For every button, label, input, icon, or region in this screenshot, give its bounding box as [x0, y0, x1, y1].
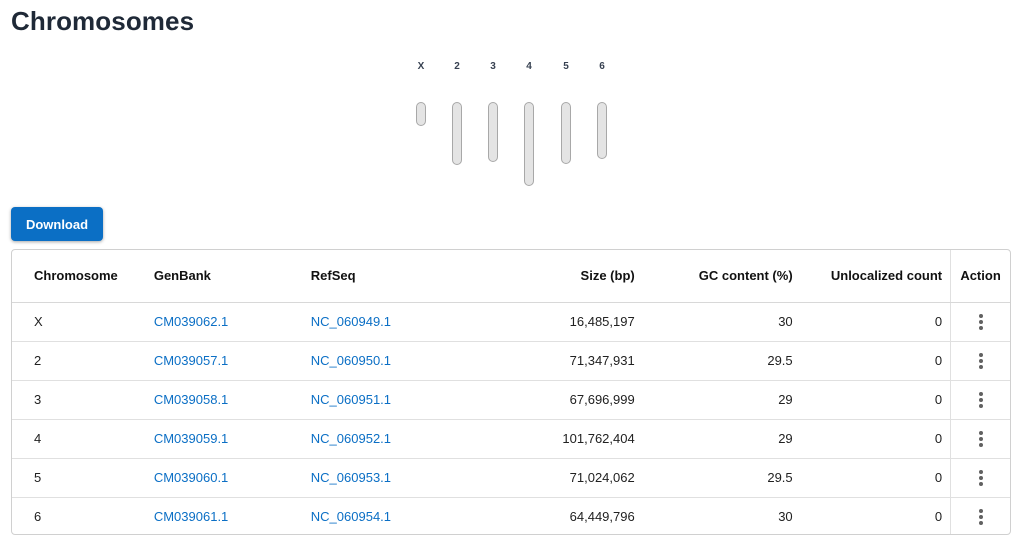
chromosome-bar[interactable]	[524, 102, 534, 186]
cell-chromosome: 2	[12, 341, 154, 381]
cell-unlocalized-count: 0	[792, 302, 951, 342]
genbank-link[interactable]: CM039059.1	[154, 431, 228, 446]
more-vertical-icon[interactable]	[973, 468, 989, 488]
ideogram-chromosome-3[interactable]: 3	[481, 60, 505, 162]
cell-chromosome: 5	[12, 458, 154, 498]
cell-size: 16,485,197	[466, 302, 635, 342]
chromosome-bar[interactable]	[488, 102, 498, 162]
refseq-link[interactable]: NC_060952.1	[311, 431, 391, 446]
cell-chromosome: 4	[12, 419, 154, 459]
table-row: 4 CM039059.1 NC_060952.1 101,762,404 29 …	[12, 419, 1010, 459]
cell-gc-content: 30	[634, 302, 793, 342]
ideogram-label: 4	[526, 61, 532, 72]
cell-size: 71,024,062	[466, 458, 635, 498]
genbank-link[interactable]: CM039058.1	[154, 392, 228, 407]
chromosomes-table: Chromosome GenBank RefSeq Size (bp) GC c…	[11, 249, 1011, 535]
table-row: 2 CM039057.1 NC_060950.1 71,347,931 29.5…	[12, 341, 1010, 381]
ideogram-label: 5	[563, 61, 569, 72]
column-header-genbank[interactable]: GenBank	[153, 250, 311, 303]
table-row: 3 CM039058.1 NC_060951.1 67,696,999 29 0	[12, 380, 1010, 420]
ideogram-chromosome-6[interactable]: 6	[590, 60, 614, 159]
ideogram-label: 2	[454, 61, 460, 72]
cell-gc-content: 30	[778, 509, 793, 525]
ideogram-chromosome-4[interactable]: 4	[517, 60, 541, 186]
more-vertical-icon[interactable]	[973, 390, 989, 410]
cell-size: 64,449,796	[569, 509, 635, 525]
table-header-row: Chromosome GenBank RefSeq Size (bp) GC c…	[12, 250, 1010, 303]
column-header-gc-content[interactable]: GC content (%)	[634, 250, 793, 303]
cell-unlocalized-count: 0	[792, 419, 951, 459]
cell-size: 67,696,999	[466, 380, 635, 420]
cell-gc-content: 29.5	[634, 458, 793, 498]
more-vertical-icon[interactable]	[973, 351, 989, 371]
cell-chromosome: 3	[12, 380, 154, 420]
ideogram-label: 3	[490, 61, 496, 72]
chromosome-bar[interactable]	[597, 102, 607, 159]
refseq-link[interactable]: NC_060951.1	[311, 392, 391, 407]
column-header-action: Action	[950, 250, 1010, 303]
genbank-link[interactable]: CM039062.1	[154, 314, 228, 329]
genbank-link[interactable]: CM039057.1	[154, 353, 228, 368]
cell-size: 101,762,404	[466, 419, 635, 459]
more-vertical-icon[interactable]	[973, 429, 989, 449]
refseq-link[interactable]: NC_060954.1	[311, 509, 391, 524]
column-header-chromosome[interactable]: Chromosome	[12, 250, 154, 303]
cell-gc-content: 29.5	[634, 341, 793, 381]
genbank-link[interactable]: CM039061.1	[154, 509, 228, 524]
column-header-refseq[interactable]: RefSeq	[310, 250, 467, 303]
cell-chromosome: 6	[34, 509, 42, 525]
more-vertical-icon[interactable]	[973, 507, 989, 527]
cell-chromosome: X	[12, 302, 154, 342]
column-header-size[interactable]: Size (bp)	[466, 250, 635, 303]
chromosome-bar[interactable]	[416, 102, 426, 126]
cell-gc-content: 29	[634, 419, 793, 459]
ideogram-chromosome-x[interactable]: X	[409, 60, 433, 126]
cell-unlocalized-count: 0	[792, 380, 951, 420]
ideogram-chromosome-2[interactable]: 2	[445, 60, 469, 165]
download-button[interactable]: Download	[11, 207, 103, 241]
more-vertical-icon[interactable]	[973, 312, 989, 332]
cell-unlocalized-count: 0	[934, 509, 943, 525]
cell-gc-content: 29	[634, 380, 793, 420]
ideogram-label: 6	[599, 61, 605, 72]
cell-size: 71,347,931	[466, 341, 635, 381]
genbank-link[interactable]: CM039060.1	[154, 470, 228, 485]
cell-unlocalized-count: 0	[792, 458, 951, 498]
refseq-link[interactable]: NC_060949.1	[311, 314, 391, 329]
column-header-unlocalized-count[interactable]: Unlocalized count	[792, 250, 951, 303]
table-row: 5 CM039060.1 NC_060953.1 71,024,062 29.5…	[12, 458, 1010, 498]
chromosome-bar[interactable]	[452, 102, 462, 165]
ideogram-label: X	[417, 61, 425, 72]
refseq-link[interactable]: NC_060953.1	[311, 470, 391, 485]
cell-unlocalized-count: 0	[792, 341, 951, 381]
table-row: X CM039062.1 NC_060949.1 16,485,197 30 0	[12, 302, 1010, 342]
chromosome-bar[interactable]	[561, 102, 571, 164]
page-title: Chromosomes	[11, 6, 195, 36]
table-row: 6 CM039061.1 NC_060954.1 64,449,796 30 0	[12, 497, 1010, 534]
refseq-link[interactable]: NC_060950.1	[311, 353, 391, 368]
ideogram-chromosome-5[interactable]: 5	[554, 60, 578, 164]
